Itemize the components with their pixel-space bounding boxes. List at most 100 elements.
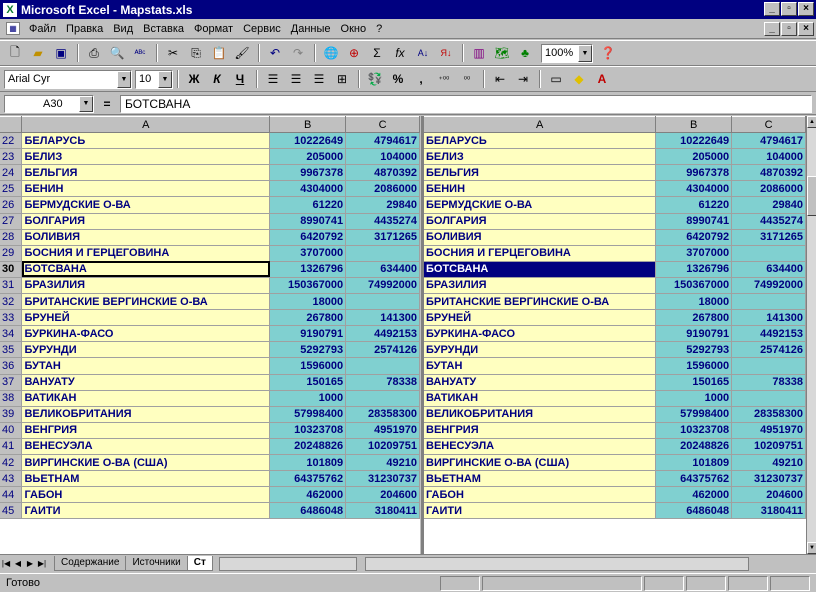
horizontal-scrollbar-left[interactable] xyxy=(218,556,357,571)
row-header[interactable]: 42 xyxy=(0,454,23,472)
office-assistant-icon[interactable]: ❓ xyxy=(597,43,619,63)
cell-country[interactable]: БОЛИВИЯ xyxy=(424,229,657,246)
cell-value-b[interactable]: 101809 xyxy=(655,454,733,472)
function-icon[interactable]: fx xyxy=(389,43,411,63)
corner-select-all[interactable] xyxy=(0,116,23,134)
row-header[interactable]: 44 xyxy=(0,486,23,504)
row-header[interactable]: 29 xyxy=(0,245,23,262)
web-toolbar-icon[interactable]: ⊕ xyxy=(343,43,365,63)
cell-value-b[interactable]: 61220 xyxy=(655,196,733,214)
print-icon[interactable]: ⎙ xyxy=(83,43,105,63)
merge-center-icon[interactable]: ⊞ xyxy=(331,69,353,89)
cell-value-c[interactable] xyxy=(731,245,806,262)
font-name-select[interactable]: Arial Cyr ▼ xyxy=(4,69,132,89)
cell-value-b[interactable]: 6420792 xyxy=(655,229,733,246)
equals-icon[interactable]: = xyxy=(94,97,120,111)
cell-country[interactable]: ГАИТИ xyxy=(424,502,657,520)
cell-value-c[interactable] xyxy=(731,390,806,407)
cell-value-c[interactable]: 31230737 xyxy=(731,470,806,488)
scroll-thumb[interactable] xyxy=(807,176,816,216)
chevron-down-icon[interactable]: ▼ xyxy=(117,70,131,88)
cell-value-b[interactable]: 9967378 xyxy=(655,164,733,182)
hyperlink-icon[interactable]: 🌐 xyxy=(320,43,342,63)
borders-icon[interactable]: ▭ xyxy=(545,69,567,89)
cell-country[interactable]: ВАНУАТУ xyxy=(21,374,271,391)
close-button[interactable]: × xyxy=(798,2,814,16)
cell-country[interactable]: ГАИТИ xyxy=(21,502,271,520)
cell-value-b[interactable]: 1596000 xyxy=(269,357,347,375)
cell-value-b[interactable]: 267800 xyxy=(655,309,733,327)
cell-country[interactable]: ВЕНЕСУЭЛА xyxy=(21,438,271,455)
cell-country[interactable]: ВАНУАТУ xyxy=(424,374,657,391)
cell-value-b[interactable]: 10222649 xyxy=(655,132,733,150)
italic-icon[interactable]: К xyxy=(206,69,228,89)
cell-value-c[interactable] xyxy=(731,357,806,375)
cell-value-c[interactable]: 4870392 xyxy=(345,164,420,182)
row-header[interactable]: 35 xyxy=(0,341,23,359)
sort-ascending-icon[interactable]: A↓ xyxy=(412,43,434,63)
cell-country[interactable]: БЕЛЬГИЯ xyxy=(424,164,657,182)
cell-country[interactable]: ВЕЛИКОБРИТАНИЯ xyxy=(424,406,657,423)
increase-indent-icon[interactable]: ⇥ xyxy=(512,69,534,89)
cell-value-b[interactable]: 1000 xyxy=(269,390,347,407)
cell-country[interactable]: БЕРМУДСКИЕ О-ВА xyxy=(21,196,271,214)
cell-value-b[interactable]: 6486048 xyxy=(269,502,347,520)
row-header[interactable]: 37 xyxy=(0,374,23,391)
row-header[interactable]: 26 xyxy=(0,196,23,214)
cell-country[interactable]: ВЕНЕСУЭЛА xyxy=(424,438,657,455)
cell-value-b[interactable]: 8990741 xyxy=(269,213,347,230)
cell-value-c[interactable] xyxy=(345,293,420,311)
font-color-icon[interactable]: A xyxy=(591,69,613,89)
cell-country[interactable]: БУРУНДИ xyxy=(424,341,657,359)
scroll-down-icon[interactable]: ▼ xyxy=(807,542,816,554)
menu-insert[interactable]: Вставка xyxy=(138,23,189,35)
new-file-icon[interactable]: 🗋 xyxy=(4,43,26,63)
column-header-a[interactable]: A xyxy=(424,116,657,134)
cell-value-c[interactable]: 29840 xyxy=(345,196,420,214)
cell-value-c[interactable]: 31230737 xyxy=(345,470,420,488)
cell-value-b[interactable]: 1326796 xyxy=(269,261,347,278)
cell-value-b[interactable]: 10323708 xyxy=(269,422,347,439)
cell-value-c[interactable]: 2574126 xyxy=(345,341,420,359)
next-sheet-icon[interactable]: ▶ xyxy=(24,557,36,571)
cell-value-b[interactable]: 9190791 xyxy=(655,325,733,343)
cell-value-c[interactable]: 4870392 xyxy=(731,164,806,182)
cell-value-c[interactable]: 141300 xyxy=(731,309,806,327)
cell-value-c[interactable]: 78338 xyxy=(345,374,420,391)
cell-country[interactable]: БОСНИЯ И ГЕРЦЕГОВИНА xyxy=(424,245,657,262)
cell-value-b[interactable]: 1596000 xyxy=(655,357,733,375)
cell-value-c[interactable]: 10209751 xyxy=(731,438,806,455)
cell-value-c[interactable]: 4435274 xyxy=(345,213,420,230)
tab-contents[interactable]: Содержание xyxy=(54,556,127,571)
drawing-icon[interactable]: ♣ xyxy=(514,43,536,63)
tab-stats[interactable]: Ст xyxy=(186,556,213,571)
cell-value-c[interactable]: 634400 xyxy=(731,261,806,278)
cell-country[interactable]: БОЛИВИЯ xyxy=(21,229,271,246)
cell-value-c[interactable]: 4435274 xyxy=(731,213,806,230)
vertical-scrollbar[interactable]: ▲ ▼ xyxy=(806,116,816,554)
cell-value-c[interactable]: 2086000 xyxy=(345,180,420,198)
bold-icon[interactable]: Ж xyxy=(183,69,205,89)
chevron-down-icon[interactable]: ▼ xyxy=(578,44,592,62)
cell-country[interactable]: БЕРМУДСКИЕ О-ВА xyxy=(424,196,657,214)
row-header[interactable]: 28 xyxy=(0,229,23,246)
increase-decimal-icon[interactable]: ⁺⁰⁰ xyxy=(433,69,455,89)
cell-value-b[interactable]: 9190791 xyxy=(269,325,347,343)
name-box[interactable]: A30 ▼ xyxy=(4,94,94,113)
menu-help[interactable]: ? xyxy=(371,23,387,35)
cell-value-c[interactable]: 10209751 xyxy=(345,438,420,455)
redo-icon[interactable]: ↷ xyxy=(287,43,309,63)
first-sheet-icon[interactable]: |◀ xyxy=(0,557,12,571)
last-sheet-icon[interactable]: ▶| xyxy=(36,557,48,571)
menu-window[interactable]: Окно xyxy=(336,23,372,35)
cell-value-c[interactable]: 28358300 xyxy=(731,406,806,423)
maximize-button[interactable]: ▫ xyxy=(781,2,797,16)
cell-country[interactable]: ВЕЛИКОБРИТАНИЯ xyxy=(21,406,271,423)
decrease-decimal-icon[interactable]: ⁰⁰ xyxy=(456,69,478,89)
cell-value-c[interactable] xyxy=(345,245,420,262)
percent-icon[interactable]: % xyxy=(387,69,409,89)
cell-value-c[interactable]: 74992000 xyxy=(731,277,806,295)
row-header[interactable]: 31 xyxy=(0,277,23,295)
cell-value-b[interactable]: 10222649 xyxy=(269,132,347,150)
menu-tools[interactable]: Сервис xyxy=(238,23,286,35)
